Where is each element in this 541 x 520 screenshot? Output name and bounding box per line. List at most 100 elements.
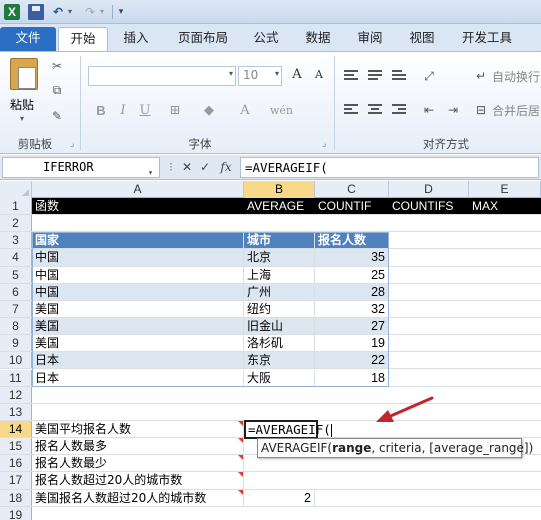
font-size-dropdown-icon[interactable]: ▾ [275, 69, 279, 78]
active-cell-b14[interactable]: =AVERAGEIF( [244, 419, 332, 439]
align-right-icon[interactable] [392, 104, 406, 116]
cell-c6[interactable]: 28 [315, 283, 389, 300]
wrap-text-button[interactable]: 自动换行 [492, 68, 540, 85]
cell-b6[interactable]: 广州 [244, 283, 315, 300]
function-argument-tooltip[interactable]: AVERAGEIF(range, criteria, [average_rang… [257, 438, 533, 458]
cell-b5[interactable]: 上海 [244, 266, 315, 283]
format-painter-icon[interactable]: ✎ [48, 108, 66, 124]
paste-button-label[interactable]: 粘贴 [10, 96, 34, 113]
redo-icon[interactable]: ↷ [82, 4, 98, 20]
name-box[interactable]: IFERROR ▾ [2, 157, 160, 178]
row-header[interactable]: 4 [0, 249, 32, 266]
font-name-combo[interactable]: ▾ [88, 66, 236, 86]
cell-a1[interactable]: 函数 [32, 198, 244, 215]
increase-indent-icon[interactable]: ⇥ [444, 102, 462, 118]
row-header[interactable]: 17 [0, 472, 32, 489]
phonetic-icon[interactable]: wén [270, 102, 293, 120]
row-header[interactable]: 1 [0, 198, 32, 215]
cell-a9[interactable]: 美国 [32, 335, 244, 352]
cell-b7[interactable]: 纽约 [244, 300, 315, 318]
cell-b9[interactable]: 洛杉矶 [244, 335, 315, 352]
italic-button[interactable]: I [114, 102, 132, 120]
formula-bar-resize-icon[interactable]: ⁝ [164, 160, 178, 174]
cell-c7[interactable]: 32 [315, 300, 389, 318]
cell-c1[interactable]: COUNTIF [315, 198, 389, 215]
merge-center-icon[interactable]: ⊟ [472, 102, 490, 118]
row-header[interactable]: 2 [0, 215, 32, 232]
row-header[interactable]: 11 [0, 369, 32, 386]
row-header[interactable]: 12 [0, 386, 32, 403]
comment-indicator[interactable] [238, 455, 243, 461]
cell-b10[interactable]: 东京 [244, 352, 315, 369]
row-header[interactable]: 14 [0, 420, 32, 438]
customize-toolbar-icon[interactable]: ▾ [116, 4, 126, 20]
row-header[interactable]: 18 [0, 489, 32, 506]
cell-c5[interactable]: 25 [315, 266, 389, 283]
column-header-d[interactable]: D [389, 181, 469, 198]
row-header[interactable]: 10 [0, 352, 32, 369]
column-header-a[interactable]: A [32, 181, 244, 198]
wrap-text-icon[interactable]: ↵ [472, 68, 490, 84]
merge-center-button[interactable]: 合并后居 [492, 102, 540, 119]
save-icon[interactable] [28, 4, 44, 20]
cell-c3[interactable]: 报名人数 [315, 232, 389, 249]
cell-a17[interactable]: 报名人数超过20人的城市数 [32, 472, 244, 489]
font-name-dropdown-icon[interactable]: ▾ [229, 69, 233, 78]
row-header[interactable]: 13 [0, 403, 32, 420]
middle-align-icon[interactable] [368, 70, 382, 82]
cut-icon[interactable]: ✂ [48, 58, 66, 74]
font-size-combo[interactable]: 10 ▾ [238, 66, 282, 86]
borders-icon[interactable]: ⊞ [166, 102, 184, 120]
column-header-e[interactable]: E [469, 181, 541, 198]
tab-formulas[interactable]: 公式 [244, 27, 288, 51]
font-color-icon[interactable]: A [236, 102, 254, 120]
row-header[interactable]: 6 [0, 283, 32, 300]
tooltip-current-argument[interactable]: range [332, 441, 371, 455]
tab-review[interactable]: 审阅 [348, 27, 392, 51]
cell-b18[interactable]: 2 [244, 489, 315, 506]
tab-insert[interactable]: 插入 [114, 27, 158, 51]
cell-b3[interactable]: 城市 [244, 232, 315, 249]
tab-page-layout[interactable]: 页面布局 [168, 27, 238, 51]
cell-c4[interactable]: 35 [315, 249, 389, 266]
decrease-indent-icon[interactable]: ⇤ [420, 102, 438, 118]
paste-dropdown-icon[interactable]: ▾ [20, 114, 24, 123]
cell-a4[interactable]: 中国 [32, 249, 244, 266]
tab-home[interactable]: 开始 [58, 27, 108, 51]
undo-dropdown-icon[interactable]: ▾ [66, 4, 74, 20]
formula-input[interactable]: =AVERAGEIF( [240, 157, 539, 178]
clipboard-launcher-icon[interactable]: ⌟ [70, 139, 74, 149]
grow-font-icon[interactable]: A [288, 66, 306, 84]
cell-a16[interactable]: 报名人数最少 [32, 455, 244, 472]
cell-c8[interactable]: 27 [315, 318, 389, 335]
underline-button[interactable]: U [136, 102, 154, 120]
fill-color-icon[interactable]: ◆ [200, 102, 218, 120]
row-header[interactable]: 15 [0, 438, 32, 455]
cell-a6[interactable]: 中国 [32, 283, 244, 300]
comment-indicator[interactable] [238, 472, 243, 478]
name-box-dropdown-icon[interactable]: ▾ [148, 163, 153, 182]
copy-icon[interactable]: ⧉ [48, 82, 66, 98]
cell-a15[interactable]: 报名人数最多 [32, 438, 244, 455]
paste-icon[interactable] [10, 58, 38, 90]
cell-b8[interactable]: 旧金山 [244, 318, 315, 335]
bold-button[interactable]: B [92, 102, 110, 120]
bottom-align-icon[interactable] [392, 70, 406, 82]
cell-c11[interactable]: 18 [315, 369, 389, 386]
cell-a8[interactable]: 美国 [32, 318, 244, 335]
cell-a5[interactable]: 中国 [32, 266, 244, 283]
cell-d1[interactable]: COUNTIFS [389, 198, 469, 215]
comment-indicator[interactable] [238, 420, 243, 426]
redo-dropdown-icon[interactable]: ▾ [98, 4, 106, 20]
cell-a7[interactable]: 美国 [32, 300, 244, 318]
shrink-font-icon[interactable]: A [310, 66, 328, 84]
comment-indicator[interactable] [238, 438, 243, 444]
cell-a10[interactable]: 日本 [32, 352, 244, 369]
cell-e1[interactable]: MAX [469, 198, 541, 215]
align-left-icon[interactable] [344, 104, 358, 116]
comment-indicator[interactable] [238, 489, 243, 495]
cell-c9[interactable]: 19 [315, 335, 389, 352]
row-header[interactable]: 9 [0, 335, 32, 352]
font-launcher-icon[interactable]: ⌟ [322, 139, 326, 149]
tab-file[interactable]: 文件 [0, 27, 56, 51]
